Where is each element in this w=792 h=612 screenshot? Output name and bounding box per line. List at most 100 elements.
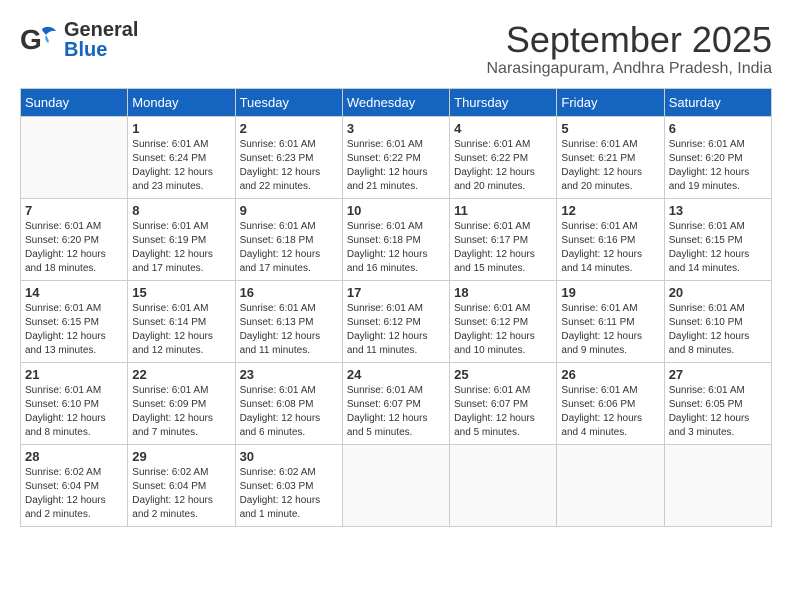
- location-title: Narasingapuram, Andhra Pradesh, India: [486, 60, 772, 78]
- day-number: 1: [132, 121, 230, 136]
- day-number: 28: [25, 449, 123, 464]
- calendar-cell: [450, 444, 557, 526]
- day-info: Sunrise: 6:01 AMSunset: 6:11 PMDaylight:…: [561, 302, 659, 358]
- day-number: 23: [240, 367, 338, 382]
- day-number: 11: [454, 203, 552, 218]
- calendar-cell: 19 Sunrise: 6:01 AMSunset: 6:11 PMDayligh…: [557, 280, 664, 362]
- calendar-cell: 18 Sunrise: 6:01 AMSunset: 6:12 PMDayligh…: [450, 280, 557, 362]
- header-tuesday: Tuesday: [235, 88, 342, 116]
- day-info: Sunrise: 6:01 AMSunset: 6:07 PMDaylight:…: [454, 384, 552, 440]
- calendar-cell: 24 Sunrise: 6:01 AMSunset: 6:07 PMDayligh…: [342, 362, 449, 444]
- calendar-week-4: 21 Sunrise: 6:01 AMSunset: 6:10 PMDayligh…: [21, 362, 772, 444]
- calendar-cell: 11 Sunrise: 6:01 AMSunset: 6:17 PMDayligh…: [450, 198, 557, 280]
- day-number: 14: [25, 285, 123, 300]
- day-number: 15: [132, 285, 230, 300]
- day-number: 4: [454, 121, 552, 136]
- day-number: 8: [132, 203, 230, 218]
- calendar-week-1: 1 Sunrise: 6:01 AMSunset: 6:24 PMDaylight…: [21, 116, 772, 198]
- title-section: September 2025 Narasingapuram, Andhra Pr…: [486, 20, 772, 78]
- logo-general: General: [64, 20, 138, 40]
- day-info: Sunrise: 6:01 AMSunset: 6:23 PMDaylight:…: [240, 138, 338, 194]
- calendar-cell: 23 Sunrise: 6:01 AMSunset: 6:08 PMDayligh…: [235, 362, 342, 444]
- calendar-cell: 12 Sunrise: 6:01 AMSunset: 6:16 PMDayligh…: [557, 198, 664, 280]
- calendar-cell: 13 Sunrise: 6:01 AMSunset: 6:15 PMDayligh…: [664, 198, 771, 280]
- day-info: Sunrise: 6:02 AMSunset: 6:03 PMDaylight:…: [240, 466, 338, 522]
- calendar-cell: [21, 116, 128, 198]
- day-number: 25: [454, 367, 552, 382]
- calendar-cell: [557, 444, 664, 526]
- logo: G General Blue: [20, 20, 138, 60]
- header-sunday: Sunday: [21, 88, 128, 116]
- day-number: 10: [347, 203, 445, 218]
- calendar-cell: 17 Sunrise: 6:01 AMSunset: 6:12 PMDayligh…: [342, 280, 449, 362]
- day-number: 9: [240, 203, 338, 218]
- day-info: Sunrise: 6:01 AMSunset: 6:05 PMDaylight:…: [669, 384, 767, 440]
- day-info: Sunrise: 6:01 AMSunset: 6:08 PMDaylight:…: [240, 384, 338, 440]
- day-info: Sunrise: 6:01 AMSunset: 6:07 PMDaylight:…: [347, 384, 445, 440]
- day-number: 21: [25, 367, 123, 382]
- calendar-cell: 22 Sunrise: 6:01 AMSunset: 6:09 PMDayligh…: [128, 362, 235, 444]
- calendar-cell: 9 Sunrise: 6:01 AMSunset: 6:18 PMDaylight…: [235, 198, 342, 280]
- calendar-cell: 5 Sunrise: 6:01 AMSunset: 6:21 PMDaylight…: [557, 116, 664, 198]
- calendar-header-row: SundayMondayTuesdayWednesdayThursdayFrid…: [21, 88, 772, 116]
- day-number: 29: [132, 449, 230, 464]
- header-friday: Friday: [557, 88, 664, 116]
- day-info: Sunrise: 6:01 AMSunset: 6:12 PMDaylight:…: [347, 302, 445, 358]
- day-info: Sunrise: 6:01 AMSunset: 6:13 PMDaylight:…: [240, 302, 338, 358]
- day-number: 19: [561, 285, 659, 300]
- day-info: Sunrise: 6:01 AMSunset: 6:18 PMDaylight:…: [240, 220, 338, 276]
- logo-blue: Blue: [64, 40, 138, 60]
- day-info: Sunrise: 6:01 AMSunset: 6:24 PMDaylight:…: [132, 138, 230, 194]
- day-number: 24: [347, 367, 445, 382]
- day-info: Sunrise: 6:01 AMSunset: 6:22 PMDaylight:…: [454, 138, 552, 194]
- day-number: 27: [669, 367, 767, 382]
- calendar-cell: 15Sunrise: 6:01 AMSunset: 6:14 PMDayligh…: [128, 280, 235, 362]
- calendar-cell: [664, 444, 771, 526]
- header-thursday: Thursday: [450, 88, 557, 116]
- day-info: Sunrise: 6:01 AMSunset: 6:20 PMDaylight:…: [669, 138, 767, 194]
- day-info: Sunrise: 6:01 AMSunset: 6:06 PMDaylight:…: [561, 384, 659, 440]
- calendar-cell: 29 Sunrise: 6:02 AMSunset: 6:04 PMDayligh…: [128, 444, 235, 526]
- day-info: Sunrise: 6:01 AMSunset: 6:19 PMDaylight:…: [132, 220, 230, 276]
- day-info: Sunrise: 6:02 AMSunset: 6:04 PMDaylight:…: [25, 466, 123, 522]
- calendar-cell: 3Sunrise: 6:01 AMSunset: 6:22 PMDaylight…: [342, 116, 449, 198]
- header-monday: Monday: [128, 88, 235, 116]
- calendar-cell: 26 Sunrise: 6:01 AMSunset: 6:06 PMDayligh…: [557, 362, 664, 444]
- day-info: Sunrise: 6:01 AMSunset: 6:16 PMDaylight:…: [561, 220, 659, 276]
- calendar-table: SundayMondayTuesdayWednesdayThursdayFrid…: [20, 88, 772, 527]
- day-number: 13: [669, 203, 767, 218]
- day-number: 7: [25, 203, 123, 218]
- day-info: Sunrise: 6:01 AMSunset: 6:09 PMDaylight:…: [132, 384, 230, 440]
- calendar-cell: [342, 444, 449, 526]
- day-info: Sunrise: 6:01 AMSunset: 6:12 PMDaylight:…: [454, 302, 552, 358]
- day-number: 18: [454, 285, 552, 300]
- calendar-week-2: 7Sunrise: 6:01 AMSunset: 6:20 PMDaylight…: [21, 198, 772, 280]
- svg-text:G: G: [20, 24, 42, 55]
- day-number: 22: [132, 367, 230, 382]
- day-info: Sunrise: 6:02 AMSunset: 6:04 PMDaylight:…: [132, 466, 230, 522]
- calendar-cell: 27 Sunrise: 6:01 AMSunset: 6:05 PMDayligh…: [664, 362, 771, 444]
- calendar-cell: 6Sunrise: 6:01 AMSunset: 6:20 PMDaylight…: [664, 116, 771, 198]
- day-number: 5: [561, 121, 659, 136]
- calendar-cell: 30Sunrise: 6:02 AMSunset: 6:03 PMDayligh…: [235, 444, 342, 526]
- day-number: 3: [347, 121, 445, 136]
- day-info: Sunrise: 6:01 AMSunset: 6:17 PMDaylight:…: [454, 220, 552, 276]
- day-info: Sunrise: 6:01 AMSunset: 6:21 PMDaylight:…: [561, 138, 659, 194]
- calendar-cell: 25 Sunrise: 6:01 AMSunset: 6:07 PMDayligh…: [450, 362, 557, 444]
- calendar-cell: 20Sunrise: 6:01 AMSunset: 6:10 PMDayligh…: [664, 280, 771, 362]
- day-number: 12: [561, 203, 659, 218]
- header-saturday: Saturday: [664, 88, 771, 116]
- day-info: Sunrise: 6:01 AMSunset: 6:10 PMDaylight:…: [25, 384, 123, 440]
- month-title: September 2025: [486, 20, 772, 60]
- header: G General Blue September 2025 Narasingap…: [20, 20, 772, 78]
- calendar-cell: 2Sunrise: 6:01 AMSunset: 6:23 PMDaylight…: [235, 116, 342, 198]
- calendar-cell: 28 Sunrise: 6:02 AMSunset: 6:04 PMDayligh…: [21, 444, 128, 526]
- day-number: 26: [561, 367, 659, 382]
- calendar-cell: 10Sunrise: 6:01 AMSunset: 6:18 PMDayligh…: [342, 198, 449, 280]
- day-number: 20: [669, 285, 767, 300]
- header-wednesday: Wednesday: [342, 88, 449, 116]
- calendar-cell: 8 Sunrise: 6:01 AMSunset: 6:19 PMDaylight…: [128, 198, 235, 280]
- day-number: 17: [347, 285, 445, 300]
- day-info: Sunrise: 6:01 AMSunset: 6:15 PMDaylight:…: [669, 220, 767, 276]
- calendar-week-3: 14Sunrise: 6:01 AMSunset: 6:15 PMDayligh…: [21, 280, 772, 362]
